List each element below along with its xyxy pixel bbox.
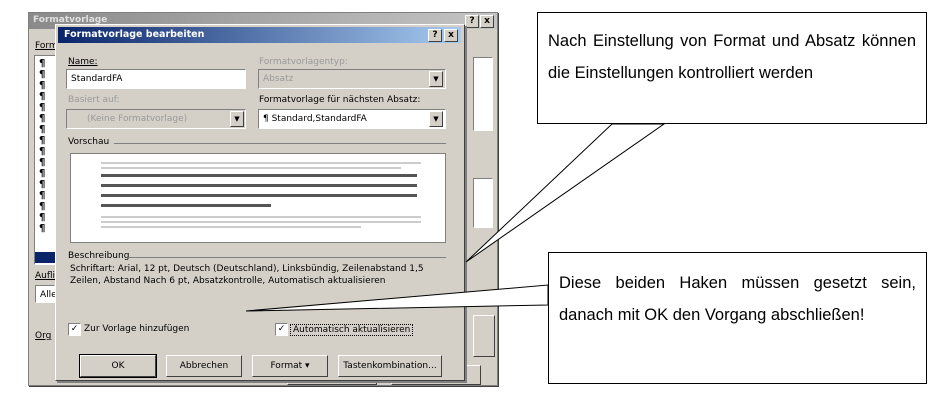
bottom-callout-text: Diese beiden Haken müssen gesetzt sein, … <box>559 274 916 324</box>
top-callout: Nach Einstellung von Format und Absatz k… <box>537 12 927 124</box>
bottom-callout-pointer <box>245 284 549 312</box>
top-callout-text: Nach Einstellung von Format und Absatz k… <box>548 32 916 82</box>
bottom-callout: Diese beiden Haken müssen gesetzt sein, … <box>548 252 927 384</box>
top-callout-pointer <box>465 123 666 263</box>
